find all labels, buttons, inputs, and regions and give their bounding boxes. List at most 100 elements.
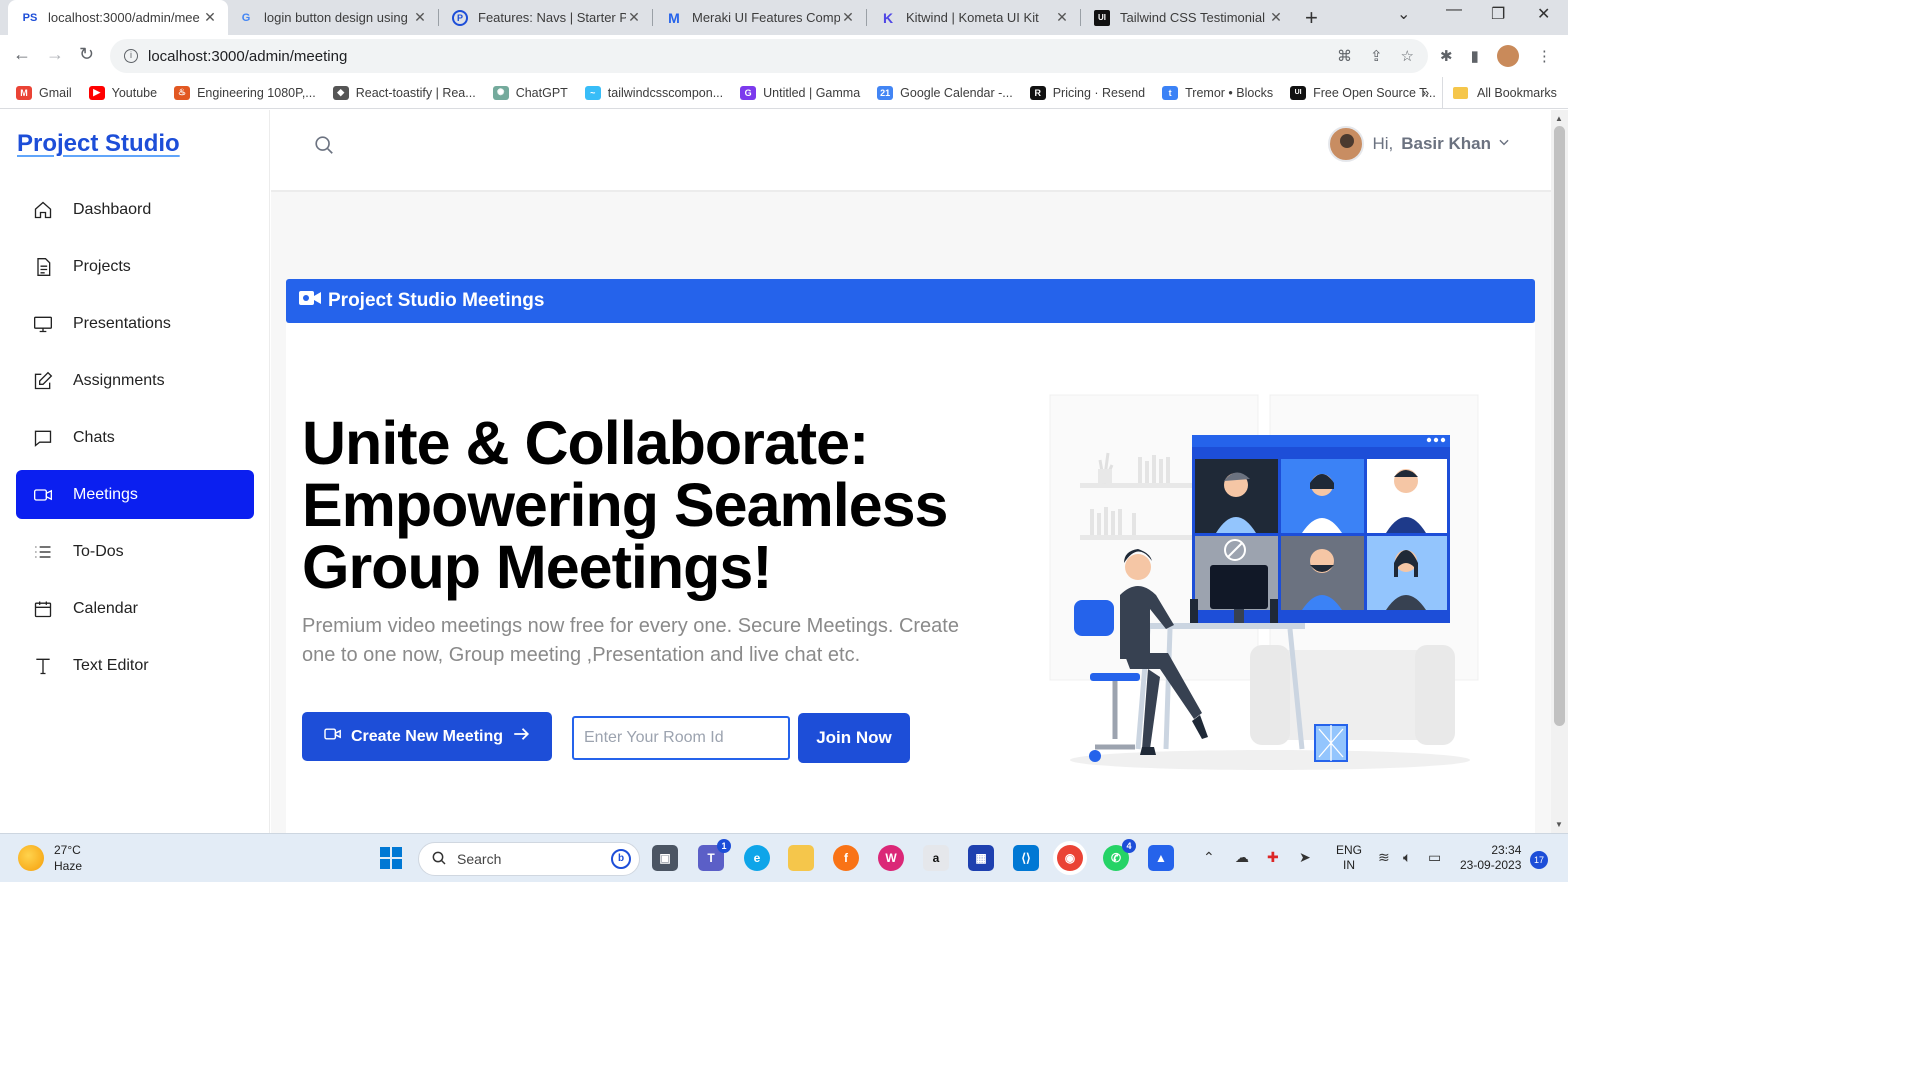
bookmark-engineering[interactable]: ♨ Engineering 1080P,... <box>174 85 316 100</box>
bookmark-label: Free Open Source T... <box>1313 85 1436 100</box>
weather-widget[interactable]: 27°C Haze <box>18 842 82 874</box>
amazon-icon[interactable]: a <box>923 845 949 871</box>
app-logo[interactable]: Project Studio <box>17 130 180 158</box>
user-menu[interactable]: Hi, Basir Khan <box>1328 126 1511 162</box>
all-bookmarks-folder[interactable]: All Bookmarks <box>1442 77 1557 108</box>
calendar-icon: 21 <box>877 85 894 100</box>
bookmark-gamma[interactable]: G Untitled | Gamma <box>740 85 860 100</box>
tab-kitwind[interactable]: K Kitwind | Kometa UI Kit ✕ <box>866 0 1080 35</box>
restore-icon[interactable]: ❐ <box>1491 4 1505 24</box>
wps-icon[interactable]: W <box>878 845 904 871</box>
avatar <box>1328 126 1365 162</box>
search-icon[interactable] <box>313 134 335 161</box>
clock[interactable]: 23:34 23-09-2023 <box>1460 843 1521 873</box>
sidebar-item-label: Text Editor <box>73 656 149 674</box>
forward-icon[interactable]: → <box>46 44 64 65</box>
create-meeting-button[interactable]: Create New Meeting <box>302 712 552 761</box>
side-panel-icon[interactable]: ▮ <box>1471 47 1479 65</box>
tray-chevron-up-icon[interactable]: ⌃ <box>1203 849 1215 866</box>
language-indicator[interactable]: ENG IN <box>1336 843 1362 873</box>
task-view-icon[interactable]: ▣ <box>652 845 678 871</box>
join-now-button[interactable]: Join Now <box>798 713 910 763</box>
room-id-input[interactable] <box>572 716 790 760</box>
tailwind-icon: ~ <box>584 85 601 100</box>
translate-icon[interactable]: ⌘ <box>1337 47 1352 65</box>
sidebar-item-todos[interactable]: To-Dos <box>16 527 254 576</box>
location-icon[interactable]: ➤ <box>1299 849 1311 866</box>
taskbar-search[interactable]: Search b <box>418 842 640 876</box>
sidebar-item-dashboard[interactable]: Dashbaord <box>16 185 254 234</box>
extensions-icon[interactable]: ✱ <box>1440 47 1453 65</box>
flame-icon: ♨ <box>174 85 191 100</box>
taskbar-search-label: Search <box>457 851 502 867</box>
bookmark-label: Pricing · Resend <box>1052 85 1146 100</box>
sidebar-item-calendar[interactable]: Calendar <box>16 584 254 633</box>
close-icon[interactable]: ✕ <box>626 9 642 26</box>
firefox-icon[interactable]: f <box>833 845 859 871</box>
close-icon[interactable]: ✕ <box>840 9 856 26</box>
wifi-icon[interactable]: ≋ <box>1378 849 1390 866</box>
notification-badge[interactable]: 17 <box>1530 851 1548 869</box>
tab-admin-meeting[interactable]: PS localhost:3000/admin/mee ✕ <box>8 0 228 35</box>
windows-start-icon[interactable] <box>378 845 404 871</box>
onedrive-icon[interactable]: ☁ <box>1235 849 1249 866</box>
close-window-icon[interactable]: ✕ <box>1537 4 1550 24</box>
close-icon[interactable]: ✕ <box>1054 9 1070 26</box>
more-bookmarks-icon[interactable]: » <box>1422 85 1429 100</box>
sidebar-item-assignments[interactable]: Assignments <box>16 356 254 405</box>
bookmark-tremor[interactable]: t Tremor • Blocks <box>1162 85 1273 100</box>
close-icon[interactable]: ✕ <box>1268 9 1284 26</box>
video-icon <box>323 726 343 747</box>
close-icon[interactable]: ✕ <box>412 9 428 26</box>
new-tab-icon[interactable]: + <box>1305 5 1318 31</box>
bookmark-free-open-source[interactable]: UI Free Open Source T... <box>1290 85 1436 100</box>
profile-avatar[interactable] <box>1496 45 1519 67</box>
vscode-icon[interactable]: ⟨⟩ <box>1013 845 1039 871</box>
scroll-down-icon[interactable]: ▼ <box>1555 820 1563 829</box>
reload-icon[interactable]: ↻ <box>79 44 94 65</box>
tab-meraki-ui[interactable]: M Meraki UI Features Compo ✕ <box>652 0 866 35</box>
bookmark-gmail[interactable]: M Gmail <box>16 85 72 100</box>
menu-kebab-icon[interactable]: ⋮ <box>1537 47 1552 65</box>
chat-icon <box>32 427 54 449</box>
temperature-text: 27°C <box>54 843 81 857</box>
url-field[interactable]: i localhost:3000/admin/meeting ⌘ ⇪ ☆ <box>110 39 1428 73</box>
bookmark-tailwindcss[interactable]: ~ tailwindcsscompon... <box>584 85 723 100</box>
greeting-text: Hi, <box>1372 134 1394 153</box>
site-info-icon[interactable]: i <box>124 49 138 63</box>
scroll-up-icon[interactable]: ▲ <box>1555 114 1563 123</box>
bing-icon[interactable]: b <box>611 849 631 869</box>
volume-icon[interactable]: 🔈︎ <box>1403 849 1411 866</box>
bookmark-resend[interactable]: R Pricing · Resend <box>1029 85 1146 100</box>
tab-tailwind-testimonial[interactable]: UI Tailwind CSS Testimonial C ✕ <box>1080 0 1294 35</box>
close-icon[interactable]: ✕ <box>202 9 218 26</box>
sidebar-item-chats[interactable]: Chats <box>16 413 254 462</box>
bookmark-react-toastify[interactable]: ◆ React-toastify | Rea... <box>332 85 476 100</box>
bookmark-chatgpt[interactable]: ✺ ChatGPT <box>492 85 568 100</box>
scrollbar-thumb[interactable] <box>1554 126 1565 726</box>
bookmark-youtube[interactable]: ▶ Youtube <box>88 85 157 100</box>
minimize-icon[interactable]: — <box>1446 1 1462 19</box>
tab-login-button[interactable]: G login button design using ✕ <box>224 0 438 35</box>
chrome-icon[interactable]: ◉ <box>1057 845 1083 871</box>
tab-title: Tailwind CSS Testimonial C <box>1120 10 1268 25</box>
sidebar-item-meetings[interactable]: Meetings <box>16 470 254 519</box>
tab-features-navs[interactable]: P Features: Navs | Starter Pag ✕ <box>438 0 652 35</box>
security-icon[interactable]: ✚ <box>1267 849 1279 866</box>
teams-icon[interactable]: T1 <box>698 839 731 871</box>
sidebar-item-text-editor[interactable]: Text Editor <box>16 641 254 690</box>
sidebar-item-projects[interactable]: Projects <box>16 242 254 291</box>
store-icon[interactable]: ▦ <box>968 845 994 871</box>
edge-icon[interactable]: e <box>744 845 770 871</box>
bookmark-star-icon[interactable]: ☆ <box>1401 47 1414 65</box>
battery-icon[interactable]: ▭ <box>1428 849 1441 866</box>
bookmark-google-calendar[interactable]: 21 Google Calendar -... <box>877 85 1013 100</box>
back-icon[interactable]: ← <box>13 44 31 65</box>
tab-search-chevron-icon[interactable]: ⌄ <box>1397 4 1410 24</box>
share-icon[interactable]: ⇪ <box>1370 47 1383 65</box>
photos-icon[interactable]: ▲ <box>1148 845 1174 871</box>
page-scrollbar[interactable]: ▲ ▼ <box>1551 110 1568 833</box>
file-explorer-icon[interactable] <box>788 845 814 871</box>
sidebar-item-presentations[interactable]: Presentations <box>16 299 254 348</box>
whatsapp-icon[interactable]: ✆ 4 <box>1103 839 1136 871</box>
